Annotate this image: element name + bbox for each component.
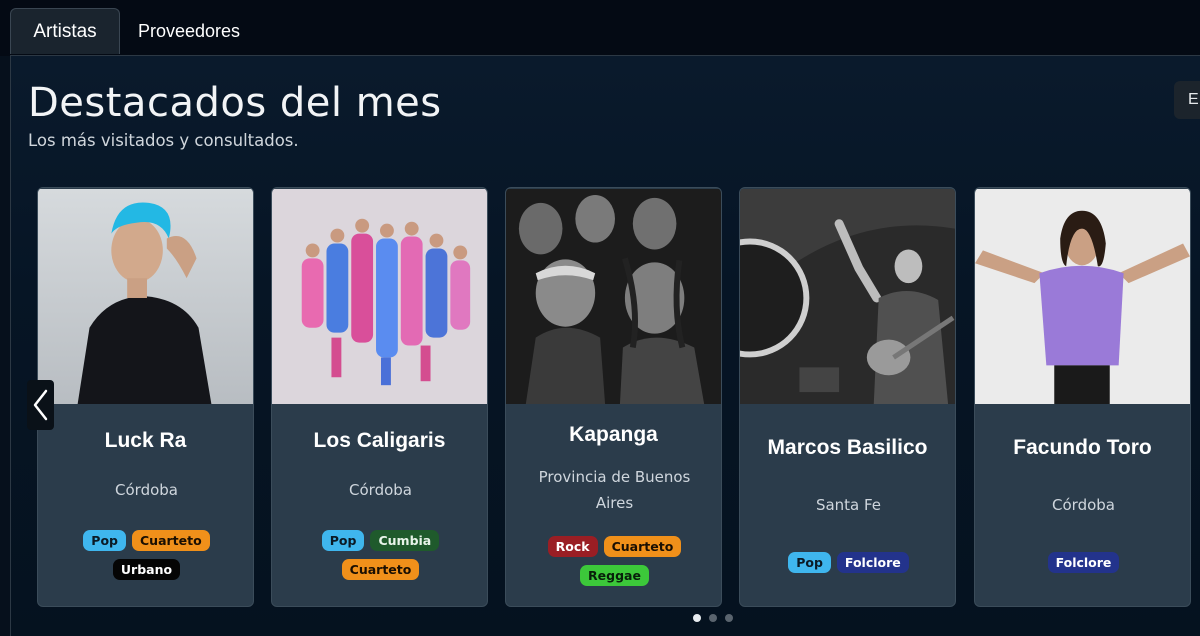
pagination-dot[interactable]	[693, 614, 701, 622]
artist-photo	[506, 189, 721, 404]
genre-tag: Pop	[788, 552, 831, 573]
genre-tags: Pop Folclore	[750, 552, 947, 573]
artist-card-los-caligaris[interactable]: Los Caligaris Córdoba Pop Cumbia Cuartet…	[271, 187, 488, 607]
artist-name: Los Caligaris	[313, 429, 446, 452]
genre-tag: Reggae	[580, 565, 649, 586]
genre-tag: Folclore	[836, 552, 909, 573]
genre-tag: Cuarteto	[603, 536, 682, 557]
genre-tag: Urbano	[112, 559, 181, 580]
artist-name: Luck Ra	[104, 429, 187, 452]
genre-tags: Folclore	[985, 552, 1182, 573]
artist-name: Kapanga	[569, 423, 658, 446]
artist-name: Facundo Toro	[1013, 436, 1152, 459]
artist-photo	[975, 189, 1190, 404]
genre-tag: Cuarteto	[132, 530, 210, 551]
genre-tag: Rock	[547, 536, 598, 557]
tab-proveedores[interactable]: Proveedores	[120, 8, 258, 54]
pagination-dot[interactable]	[709, 614, 717, 622]
genre-tag: Pop	[83, 530, 126, 551]
genre-tag: Cuarteto	[341, 559, 420, 580]
artist-card-marcos-basilico[interactable]: Marcos Basilico Santa Fe Pop Folclore	[739, 187, 956, 607]
genre-tag: Folclore	[1047, 552, 1120, 573]
genre-tag: Pop	[321, 530, 365, 551]
artist-location: Córdoba	[349, 481, 412, 499]
artist-card-luck-ra[interactable]: Luck Ra Córdoba Pop Cuarteto Urbano	[37, 187, 254, 607]
carousel-prev-button[interactable]	[27, 380, 54, 430]
carousel-pagination	[693, 614, 733, 622]
artist-photo	[38, 189, 253, 404]
chevron-left-icon	[33, 389, 47, 421]
pagination-dot[interactable]	[725, 614, 733, 622]
artist-photo	[272, 189, 487, 404]
artist-card-facundo-toro[interactable]: Facundo Toro Córdoba Folclore	[974, 187, 1191, 607]
section-subtitle: Los más visitados y consultados.	[28, 131, 299, 150]
section-title: Destacados del mes	[28, 80, 442, 126]
corner-button[interactable]: E	[1174, 81, 1200, 119]
tab-artistas[interactable]: Artistas	[10, 8, 120, 54]
artist-photo	[740, 189, 955, 404]
artist-card-kapanga[interactable]: Kapanga Provincia de Buenos Aires Rock C…	[505, 187, 722, 607]
artist-location: Córdoba	[1052, 496, 1115, 514]
genre-tags: Rock Cuarteto Reggae	[516, 536, 713, 586]
genre-tags: Pop Cuarteto Urbano	[48, 530, 245, 580]
artist-location: Provincia de Buenos Aires	[538, 468, 691, 512]
artist-location: Santa Fe	[815, 496, 882, 514]
genre-tags: Pop Cumbia Cuarteto	[282, 530, 479, 580]
artist-location: Córdoba	[115, 481, 178, 499]
tab-bar: Artistas Proveedores	[10, 8, 258, 56]
genre-tag: Cumbia	[370, 530, 440, 551]
artist-name: Marcos Basilico	[767, 436, 928, 459]
